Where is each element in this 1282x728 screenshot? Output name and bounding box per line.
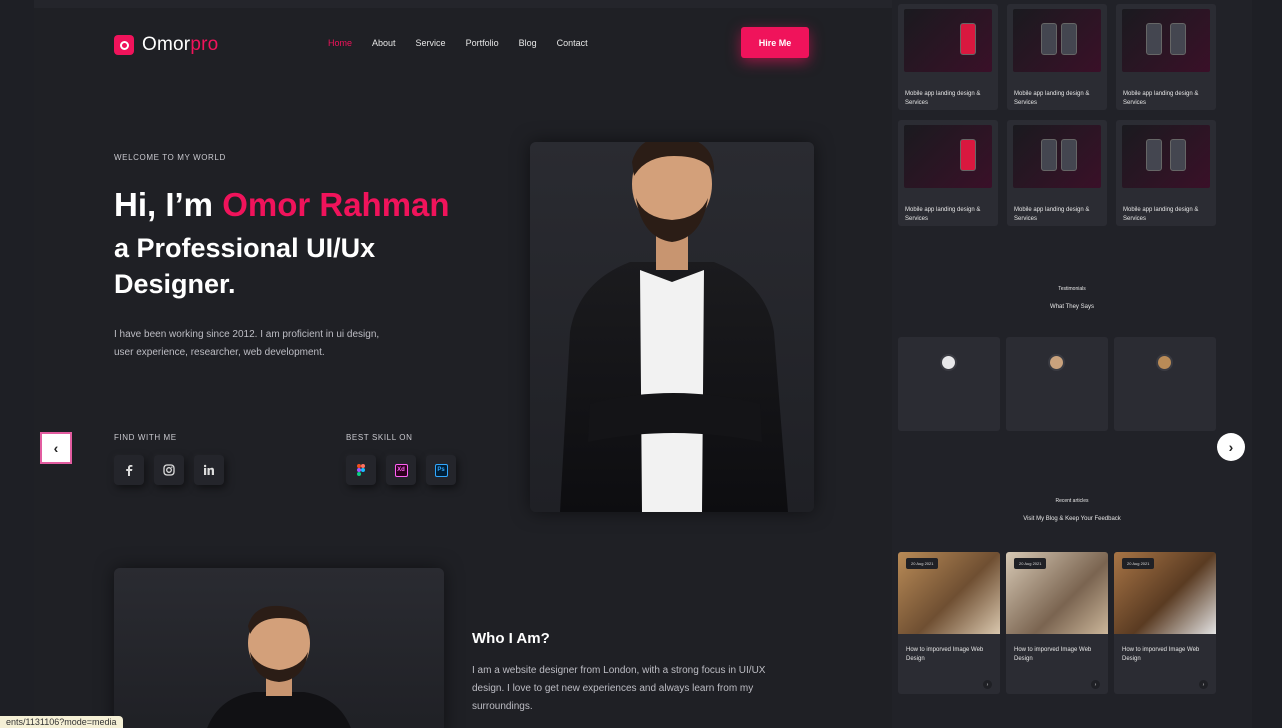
nav-contact[interactable]: Contact [557, 38, 588, 48]
nav-blog[interactable]: Blog [519, 38, 537, 48]
article-card[interactable]: 20 Aug 2021 How to imporved Image Web De… [898, 552, 1000, 694]
find-with-me-title: FIND WITH ME [114, 433, 177, 442]
portfolio-card[interactable]: Mobile app landing design & Services [1116, 120, 1216, 226]
portfolio-card[interactable]: Mobile app landing design & Services [1116, 4, 1216, 110]
xd-icon: Xd [386, 455, 416, 485]
testimonial-card [898, 337, 1000, 431]
portfolio-card[interactable]: Mobile app landing design & Services [1007, 120, 1107, 226]
hero-subtitle: a Professional UI/Ux Designer. [114, 233, 376, 299]
article-card[interactable]: 20 Aug 2021 How to imporved Image Web De… [1006, 552, 1108, 694]
hero-heading: Hi, I’m Omor Rahman [114, 186, 450, 223]
chevron-left-icon: ‹ [44, 436, 68, 460]
logo-icon [114, 35, 134, 55]
testimonial-card [1114, 337, 1216, 431]
nav-portfolio[interactable]: Portfolio [466, 38, 499, 48]
articles-label: Recent articles [1055, 498, 1089, 504]
facebook-icon[interactable] [114, 455, 144, 485]
portfolio-landing-preview: Omorpro Home About Service Portfolio Blo… [34, 8, 892, 728]
about-title: Who I Am? [472, 630, 550, 647]
figma-icon [346, 455, 376, 485]
best-skill-title: BEST SKILL ON [346, 433, 413, 442]
hero-portrait [530, 142, 814, 512]
logo-text: Omorpro [142, 34, 219, 55]
about-text: I am a website designer from London, wit… [472, 665, 766, 712]
skill-icons: Xd Ps [346, 455, 456, 485]
about-portrait [114, 568, 444, 728]
instagram-icon[interactable] [154, 455, 184, 485]
next-slide-button[interactable]: › [1217, 433, 1245, 461]
welcome-text: WELCOME TO MY WORLD [114, 153, 226, 162]
portfolio-card[interactable]: Mobile app landing design & Services [898, 120, 998, 226]
previous-slide-button[interactable]: ‹ [40, 432, 72, 464]
arrow-right-icon[interactable]: › [1199, 680, 1208, 689]
linkedin-icon[interactable] [194, 455, 224, 485]
hero-description: I have been working since 2012. I am pro… [114, 329, 380, 358]
photoshop-icon: Ps [426, 455, 456, 485]
main-nav: Home About Service Portfolio Blog Contac… [328, 38, 608, 48]
viewer-stage: Omorpro Home About Service Portfolio Blo… [0, 0, 1282, 728]
hire-me-button[interactable]: Hire Me [741, 27, 809, 58]
right-gutter [1252, 0, 1282, 728]
nav-service[interactable]: Service [416, 38, 446, 48]
articles-title: Visit My Blog & Keep Your Feedback [1023, 516, 1121, 522]
nav-about[interactable]: About [372, 38, 396, 48]
testimonials-label: Testimonials [1058, 286, 1086, 292]
arrow-right-icon[interactable]: › [983, 680, 992, 689]
social-links [114, 455, 224, 485]
testimonials-title: What They Says [1050, 304, 1094, 310]
site-logo[interactable]: Omorpro [114, 34, 218, 56]
side-preview-panel: Mobile app landing design & Services Mob… [892, 0, 1252, 728]
left-gutter [0, 0, 34, 728]
portfolio-card[interactable]: Mobile app landing design & Services [898, 4, 998, 110]
nav-home[interactable]: Home [328, 38, 352, 48]
portfolio-card[interactable]: Mobile app landing design & Services [1007, 4, 1107, 110]
status-bar-url: ents/1131106?mode=media [0, 716, 123, 728]
article-card[interactable]: 20 Aug 2021 How to imporved Image Web De… [1114, 552, 1216, 694]
testimonial-card [1006, 337, 1108, 431]
chevron-right-icon: › [1228, 439, 1234, 455]
arrow-right-icon[interactable]: › [1091, 680, 1100, 689]
